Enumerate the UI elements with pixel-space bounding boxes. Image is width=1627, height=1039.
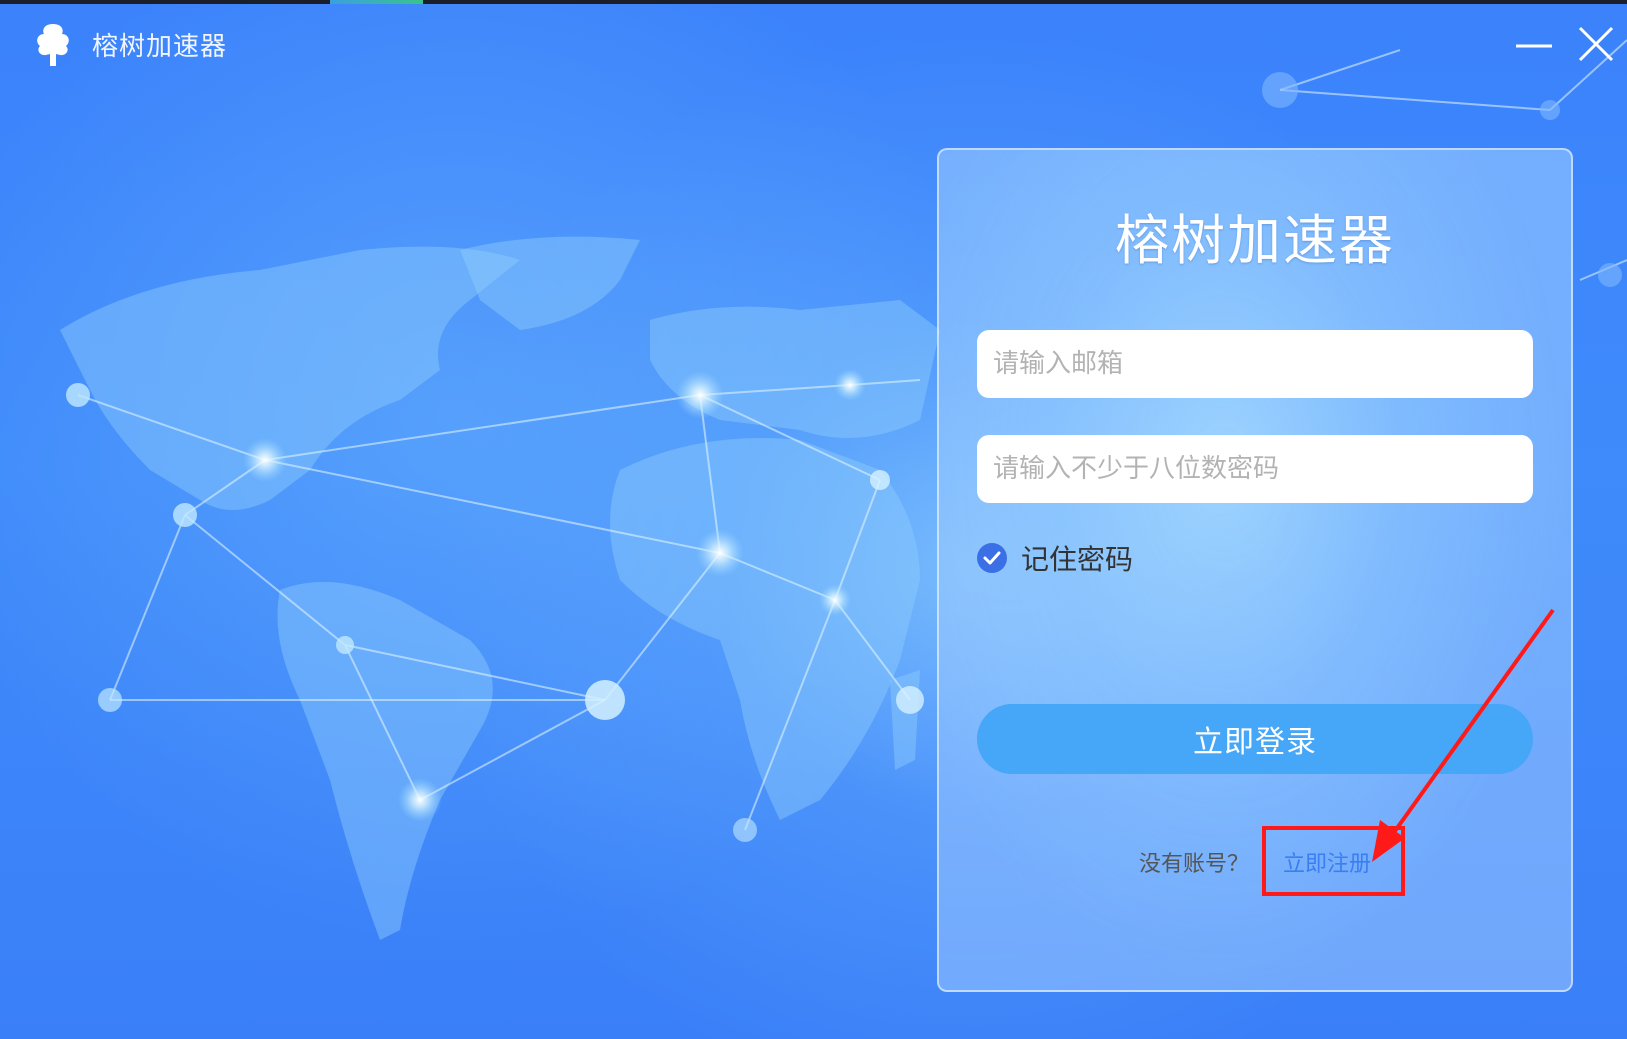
remember-checkbox[interactable] (977, 543, 1007, 573)
register-row: 没有账号？ 立即注册 (939, 846, 1571, 878)
remember-password-toggle[interactable]: 记住密码 (977, 538, 1133, 578)
check-icon (983, 551, 1001, 565)
window-title: 榕树加速器 (92, 32, 228, 62)
login-heading: 榕树加速器 (1115, 209, 1395, 272)
tree-logo-icon (37, 24, 69, 66)
email-input[interactable] (991, 348, 1519, 380)
close-button[interactable] (1574, 22, 1618, 66)
remember-label: 记住密码 (1021, 543, 1134, 576)
close-icon (1578, 26, 1614, 62)
app-window: 榕树加速器 榕树加速器 记住密码 立即登录 没有账号 (0, 0, 1627, 1039)
password-field[interactable] (977, 435, 1533, 503)
minimize-icon (1516, 44, 1552, 48)
minimize-button[interactable] (1512, 22, 1556, 66)
login-card: 榕树加速器 记住密码 立即登录 没有账号？ 立即注册 (937, 148, 1573, 992)
login-button[interactable]: 立即登录 (977, 704, 1533, 774)
password-input[interactable] (991, 453, 1519, 485)
no-account-text: 没有账号？ (1138, 852, 1249, 877)
email-field[interactable] (977, 330, 1533, 398)
annotation-highlight-box (1262, 826, 1405, 896)
